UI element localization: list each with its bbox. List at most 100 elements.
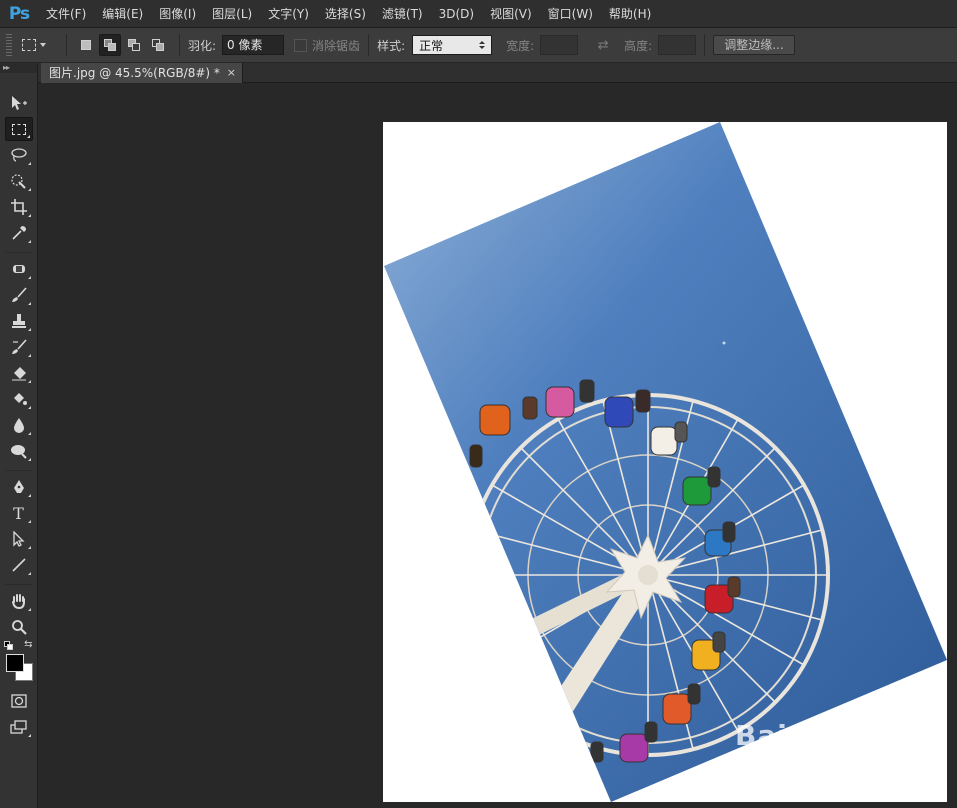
- lasso-icon: [10, 148, 27, 162]
- crop-icon: [10, 199, 27, 215]
- photoshop-logo: Ps: [8, 3, 30, 24]
- document-tab-bar: 图片.jpg @ 45.5%(RGB/8#) * ×: [38, 63, 957, 83]
- menu-layer[interactable]: 图层(L): [204, 0, 260, 28]
- subtract-from-selection-button[interactable]: [123, 34, 145, 56]
- eyedropper-tool[interactable]: [5, 221, 33, 245]
- sky-speck: [722, 341, 726, 345]
- line-icon: [11, 558, 26, 572]
- subtract-selection-icon: [128, 39, 140, 51]
- menu-bar: Ps 文件(F) 编辑(E) 图像(I) 图层(L) 文字(Y) 选择(S) 滤…: [0, 0, 957, 28]
- updown-arrows-icon: [479, 41, 486, 49]
- screen-mode-button[interactable]: [5, 715, 33, 739]
- menu-select[interactable]: 选择(S): [317, 0, 374, 28]
- eyedropper-icon: [11, 226, 26, 240]
- eraser-icon: [11, 367, 26, 381]
- menu-type[interactable]: 文字(Y): [260, 0, 317, 28]
- type-icon: T: [13, 503, 24, 523]
- baidu-watermark-url: jingyan.baidu.com: [735, 754, 892, 774]
- paint-bucket-icon: [13, 393, 27, 405]
- foreground-color-swatch[interactable]: [5, 654, 24, 672]
- clone-stamp-tool[interactable]: [5, 309, 33, 333]
- width-label: 宽度:: [506, 38, 535, 53]
- blur-tool[interactable]: [5, 413, 33, 437]
- rect-marquee-icon: [11, 123, 26, 135]
- menu-help[interactable]: 帮助(H): [601, 0, 659, 28]
- move-tool[interactable]: [5, 91, 33, 115]
- menu-image[interactable]: 图像(I): [151, 0, 204, 28]
- brush-tool[interactable]: [5, 283, 33, 307]
- add-to-selection-button[interactable]: [99, 34, 121, 56]
- healing-brush-icon: [12, 265, 25, 273]
- hand-tool[interactable]: [5, 589, 33, 613]
- options-bar-grip[interactable]: [6, 34, 12, 56]
- rect-marquee-icon: [22, 39, 36, 51]
- antialias-checkbox[interactable]: [294, 38, 308, 52]
- menu-file[interactable]: 文件(F): [38, 0, 94, 28]
- path-select-icon: [12, 531, 25, 547]
- style-select[interactable]: 正常: [412, 35, 493, 55]
- height-label: 高度:: [624, 38, 653, 53]
- menu-window[interactable]: 窗口(W): [540, 0, 601, 28]
- divider: [5, 465, 32, 471]
- height-input[interactable]: [658, 35, 697, 55]
- divider: [704, 34, 706, 56]
- line-tool[interactable]: [5, 553, 33, 577]
- color-swatches: ⇆: [1, 639, 37, 683]
- quick-mask-button[interactable]: [5, 689, 33, 713]
- menu-3d[interactable]: 3D(D): [431, 0, 482, 28]
- paint-bucket-tool[interactable]: [5, 387, 33, 411]
- chevron-down-icon: [40, 43, 46, 47]
- zoom-tool[interactable]: [5, 615, 33, 639]
- healing-brush-tool[interactable]: [5, 257, 33, 281]
- quick-mask-icon: [10, 694, 27, 708]
- quick-select-icon: [10, 174, 26, 189]
- tool-preset-picker[interactable]: [22, 34, 58, 56]
- new-selection-button[interactable]: [75, 34, 97, 56]
- dodge-icon: [10, 445, 27, 459]
- divider: [5, 247, 32, 253]
- hand-icon: [11, 594, 25, 609]
- intersect-selection-icon: [152, 39, 164, 51]
- pen-tool[interactable]: [5, 475, 33, 499]
- width-input[interactable]: [540, 35, 579, 55]
- add-selection-icon: [104, 39, 116, 51]
- quick-select-tool[interactable]: [5, 169, 33, 193]
- rect-marquee-tool[interactable]: [4, 117, 33, 141]
- document-canvas[interactable]: Bai du 经验 jingyan.baidu.com: [383, 122, 947, 802]
- style-label: 样式:: [377, 38, 406, 53]
- divider: [368, 34, 370, 56]
- toolbox: ▸▸ T ⇆: [0, 63, 38, 808]
- refine-edge-button[interactable]: 调整边缘...: [713, 35, 795, 55]
- screen-mode-icon: [9, 720, 27, 734]
- document-tab[interactable]: 图片.jpg @ 45.5%(RGB/8#) * ×: [41, 63, 243, 83]
- menu-filter[interactable]: 滤镜(T): [374, 0, 431, 28]
- close-icon[interactable]: ×: [227, 63, 236, 83]
- collapse-toolbox-icon[interactable]: ▸▸: [0, 63, 37, 73]
- pen-icon: [13, 480, 24, 493]
- lasso-tool[interactable]: [5, 143, 33, 167]
- type-tool[interactable]: T: [5, 501, 33, 525]
- new-selection-icon: [81, 40, 91, 50]
- clone-stamp-icon: [11, 314, 26, 328]
- menu-view[interactable]: 视图(V): [482, 0, 540, 28]
- feather-input[interactable]: 0 像素: [222, 35, 285, 55]
- rotated-photo: [384, 122, 947, 802]
- feather-label: 羽化:: [188, 38, 217, 53]
- crop-tool[interactable]: [5, 195, 33, 219]
- brush-icon: [11, 287, 27, 302]
- swap-width-height-icon[interactable]: ⇄: [594, 38, 612, 53]
- antialias-label: 消除锯齿: [312, 38, 361, 53]
- history-brush-icon: [11, 339, 27, 354]
- swap-colors-icon[interactable]: ⇆: [24, 639, 32, 650]
- menu-edit[interactable]: 编辑(E): [94, 0, 151, 28]
- eraser-tool[interactable]: [5, 361, 33, 385]
- default-colors-icon[interactable]: [3, 641, 14, 650]
- style-select-value: 正常: [419, 38, 444, 53]
- blur-icon: [13, 418, 24, 433]
- baidu-watermark-logo: Bai du 经验: [735, 719, 910, 752]
- path-select-tool[interactable]: [5, 527, 33, 551]
- history-brush-tool[interactable]: [5, 335, 33, 359]
- dodge-tool[interactable]: [5, 439, 33, 463]
- divider: [179, 34, 180, 56]
- intersect-selection-button[interactable]: [147, 34, 169, 56]
